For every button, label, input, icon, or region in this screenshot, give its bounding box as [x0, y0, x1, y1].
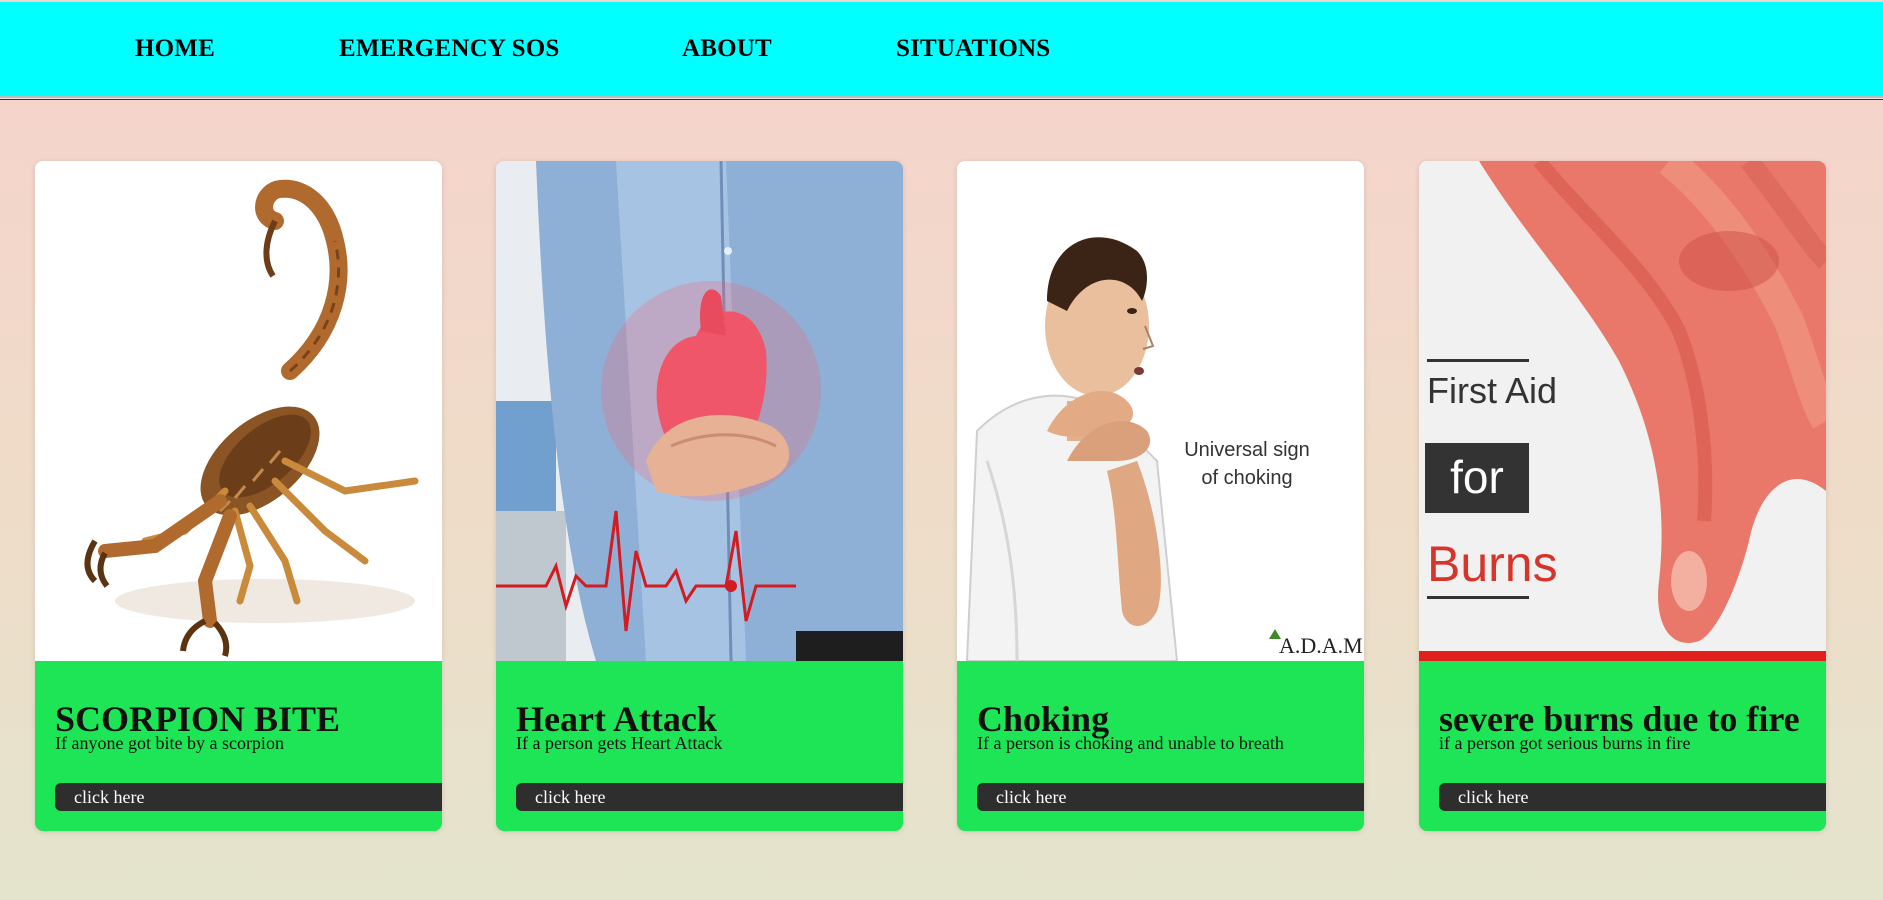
heart-attack-image — [496, 161, 903, 661]
card-heart-attack: Heart Attack If a person gets Heart Atta… — [496, 161, 903, 831]
choking-caption-line1: Universal sign — [1184, 439, 1310, 461]
nav-home[interactable]: HOME — [135, 35, 215, 63]
burns-label-line3: Burns — [1427, 536, 1558, 592]
click-here-button[interactable]: click here — [55, 783, 442, 811]
adam-credit: A.D.A.M. — [1279, 633, 1364, 658]
click-here-button[interactable]: click here — [1439, 783, 1826, 811]
top-navbar: HOME EMERGENCY SOS ABOUT SITUATIONS — [0, 2, 1883, 96]
burns-image: First Aid for Burns — [1419, 161, 1826, 661]
card-choking: Universal sign of choking A.D.A.M. Choki… — [957, 161, 1364, 831]
card-severe-burns: First Aid for Burns severe burns due to … — [1419, 161, 1826, 831]
click-here-button[interactable]: click here — [516, 783, 903, 811]
choking-image: Universal sign of choking A.D.A.M. — [957, 161, 1364, 661]
nav-divider — [0, 99, 1883, 100]
burns-label-line1: First Aid — [1427, 370, 1557, 411]
card-subtitle: If anyone got bite by a scorpion — [55, 733, 284, 753]
card-subtitle: If a person is choking and unable to bre… — [977, 733, 1284, 753]
nav-situations[interactable]: SITUATIONS — [896, 35, 1050, 63]
card-scorpion-bite: SCORPION BITE If anyone got bite by a sc… — [35, 161, 442, 831]
card-subtitle: If a person gets Heart Attack — [516, 733, 723, 753]
click-here-button[interactable]: click here — [977, 783, 1364, 811]
choking-caption-line2: of choking — [1201, 467, 1292, 489]
card-subtitle: if a person got serious burns in fire — [1439, 733, 1691, 753]
nav-emergency-sos[interactable]: EMERGENCY SOS — [339, 35, 559, 63]
burns-label-line2: for — [1450, 451, 1504, 503]
nav-about[interactable]: ABOUT — [682, 35, 772, 63]
scorpion-image — [35, 161, 442, 661]
